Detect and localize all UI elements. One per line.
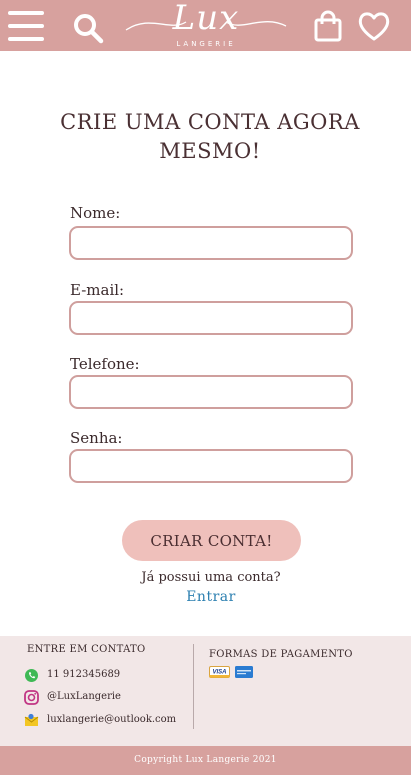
menu-icon[interactable]	[8, 11, 44, 41]
brand-logo[interactable]: Lux LANGERIE	[120, 0, 292, 51]
top-bar: Lux LANGERIE	[0, 0, 411, 51]
password-field[interactable]	[69, 449, 353, 483]
contact-email-text: luxlangerie@outlook.com	[47, 714, 177, 725]
phone-label: Telefone:	[70, 355, 140, 373]
copyright-bar: Copyright Lux Langerie 2021	[0, 746, 411, 775]
contact-whatsapp-text: 11 912345689	[47, 669, 121, 680]
page-title-line1: CRIE UMA CONTA AGORA	[60, 110, 360, 134]
contact-instagram-text: @LuxLangerie	[47, 691, 121, 702]
payment-title: FORMAS DE PAGAMENTO	[209, 649, 353, 660]
shopping-bag-icon[interactable]	[312, 10, 344, 42]
create-account-button[interactable]: CRIAR CONTA!	[122, 520, 301, 561]
email-label: E-mail:	[70, 281, 125, 299]
copyright-text: Copyright Lux Langerie 2021	[134, 755, 277, 765]
search-icon[interactable]	[72, 12, 104, 44]
whatsapp-icon	[25, 669, 38, 682]
name-field[interactable]	[69, 226, 353, 260]
name-label: Nome:	[70, 204, 121, 222]
logo-script-text: Lux	[172, 0, 240, 38]
visa-card-text: VISA	[212, 670, 226, 676]
email-field[interactable]	[69, 301, 353, 335]
password-label: Senha:	[70, 429, 123, 447]
phone-field[interactable]	[69, 375, 353, 409]
instagram-icon	[24, 690, 39, 705]
footer: ENTRE EM CONTATO 11 912345689 @LuxLanger…	[0, 636, 411, 746]
login-link[interactable]: Entrar	[150, 589, 272, 605]
email-icon	[24, 713, 39, 726]
footer-divider	[193, 644, 194, 729]
page-title: CRIE UMA CONTA AGORA MESMO!	[40, 108, 380, 166]
amex-card-icon	[235, 666, 253, 678]
logo-subtitle: LANGERIE	[176, 40, 236, 48]
page-title-line2: MESMO!	[159, 139, 261, 163]
contact-title: ENTRE EM CONTATO	[27, 644, 146, 655]
have-account-text: Já possui uma conta?	[141, 570, 281, 585]
heart-icon[interactable]	[357, 10, 391, 42]
visa-card-icon: VISA	[209, 666, 230, 678]
